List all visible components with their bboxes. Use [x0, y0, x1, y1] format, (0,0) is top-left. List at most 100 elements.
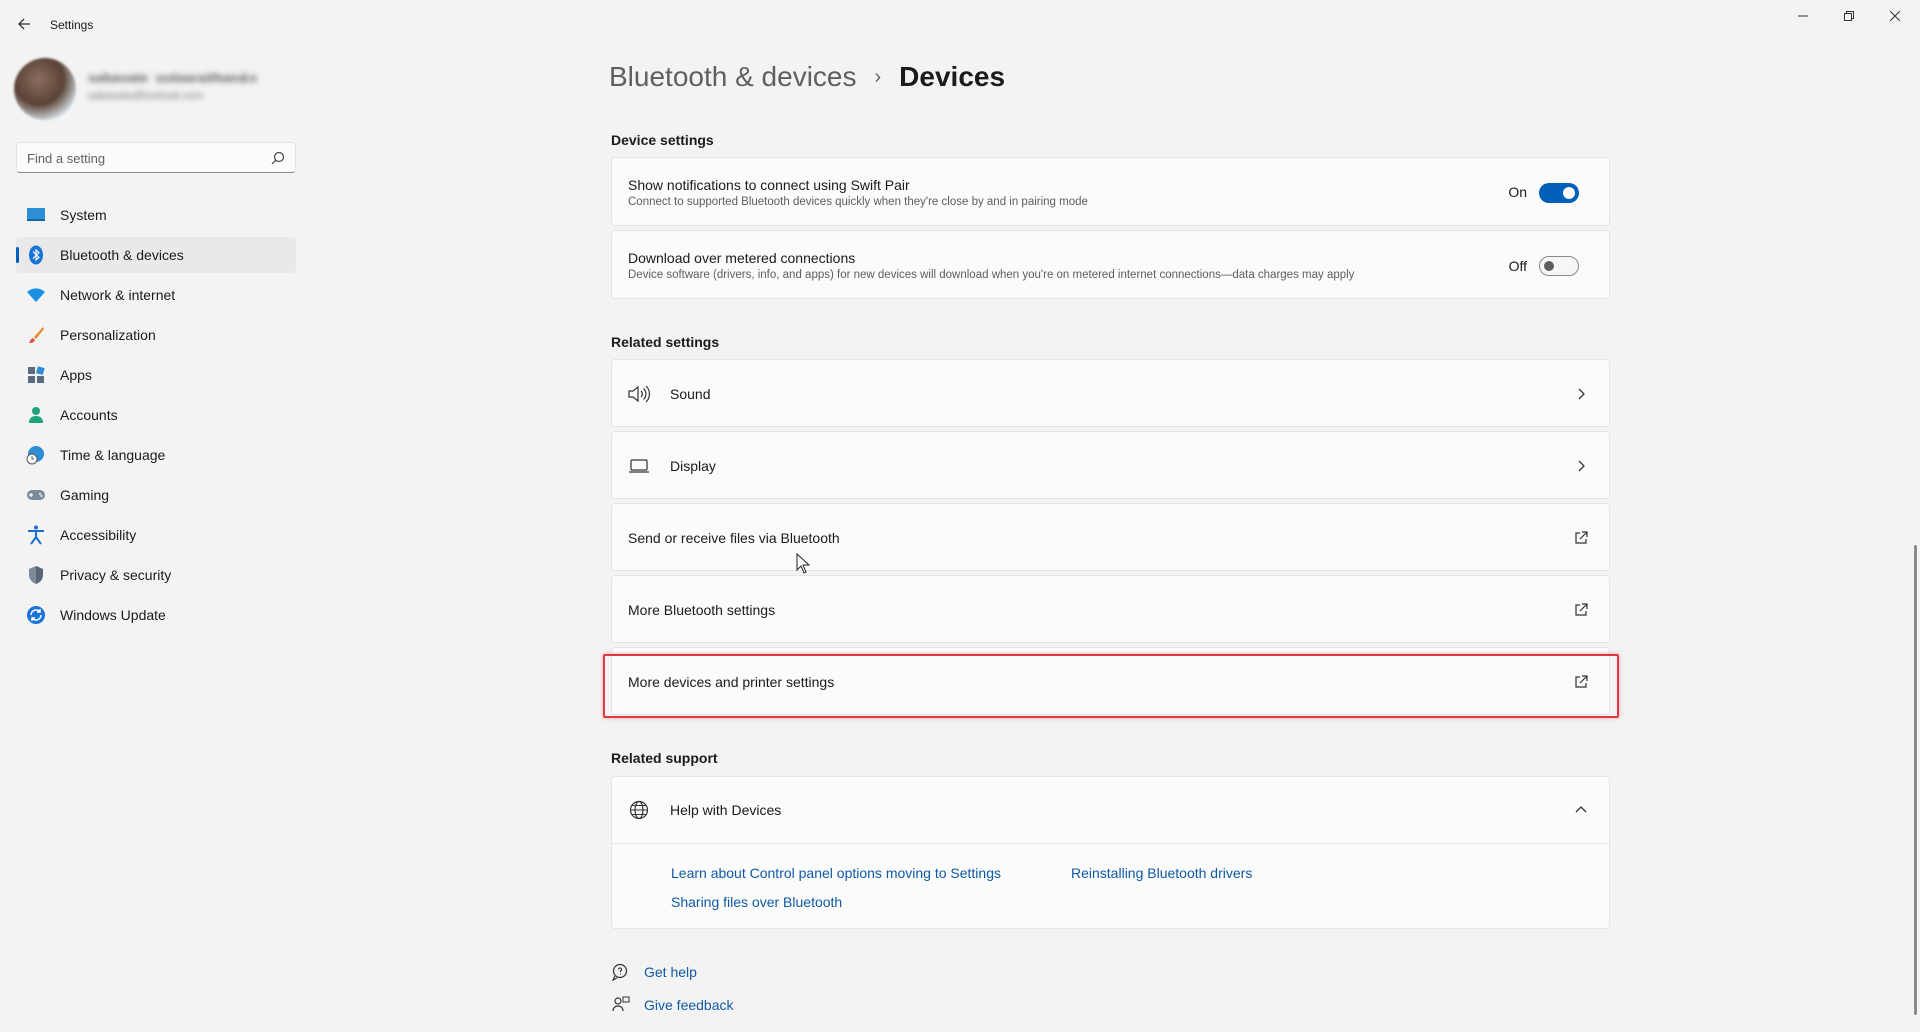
- profile-name: sabayate_vulgaraithan&sbot: [88, 70, 258, 82]
- avatar: [14, 58, 76, 120]
- sidebar-item-network[interactable]: Network & internet: [16, 277, 296, 313]
- profile-email: sabayate@hotmail.com: [88, 90, 204, 100]
- section-related-settings: Related settings: [611, 334, 720, 350]
- sidebar-item-label: Personalization: [60, 327, 156, 343]
- swift-pair-card: Show notifications to connect using Swif…: [611, 157, 1610, 226]
- globe-clock-icon: [26, 445, 46, 465]
- minimize-button[interactable]: [1780, 0, 1826, 32]
- display-label: Display: [670, 458, 716, 474]
- metered-description: Device software (drivers, info, and apps…: [628, 269, 1355, 281]
- divider: [612, 843, 1609, 844]
- sidebar-item-time-language[interactable]: Time & language: [16, 437, 296, 473]
- sidebar-item-windows-update[interactable]: Windows Update: [16, 597, 296, 633]
- help-with-devices-card: Help with Devices Learn about Control pa…: [611, 776, 1610, 929]
- sidebar-nav: System Bluetooth & devices Network & int…: [16, 197, 296, 637]
- section-related-support: Related support: [611, 750, 718, 766]
- gamepad-icon: [26, 485, 46, 505]
- chevron-right-icon: [1573, 458, 1589, 474]
- breadcrumb-parent[interactable]: Bluetooth & devices: [609, 61, 857, 93]
- sidebar-item-bluetooth-devices[interactable]: Bluetooth & devices: [16, 237, 296, 273]
- related-display[interactable]: Display: [611, 431, 1610, 499]
- give-feedback-label: Give feedback: [644, 997, 734, 1013]
- breadcrumb-separator: ›: [874, 65, 882, 88]
- bluetooth-icon: [26, 245, 46, 265]
- sidebar-item-privacy-security[interactable]: Privacy & security: [16, 557, 296, 593]
- sidebar-item-apps[interactable]: Apps: [16, 357, 296, 393]
- link-sharing-files[interactable]: Sharing files over Bluetooth: [671, 894, 842, 910]
- related-more-bluetooth[interactable]: More Bluetooth settings: [611, 575, 1610, 643]
- metered-title: Download over metered connections: [628, 250, 856, 266]
- feedback-icon: [611, 995, 631, 1015]
- person-icon: [26, 405, 46, 425]
- wifi-icon: [26, 285, 46, 305]
- more-bluetooth-label: More Bluetooth settings: [628, 602, 776, 618]
- sidebar-item-personalization[interactable]: Personalization: [16, 317, 296, 353]
- sidebar-item-accounts[interactable]: Accounts: [16, 397, 296, 433]
- search-icon[interactable]: [271, 151, 285, 165]
- breadcrumb: Bluetooth & devices › Devices: [609, 57, 1005, 97]
- app-title: Settings: [50, 18, 94, 32]
- globe-icon: [628, 799, 650, 821]
- metered-toggle[interactable]: [1539, 256, 1579, 276]
- search-input[interactable]: [27, 149, 267, 167]
- sidebar-item-label: Privacy & security: [60, 567, 172, 583]
- close-icon: [1890, 11, 1900, 21]
- swift-pair-title: Show notifications to connect using Swif…: [628, 177, 910, 193]
- laptop-icon: [628, 455, 650, 477]
- sidebar-item-label: Network & internet: [60, 287, 176, 303]
- sidebar-item-accessibility[interactable]: Accessibility: [16, 517, 296, 553]
- user-profile[interactable]: sabayate_vulgaraithan&sbot sabayate@hotm…: [14, 58, 284, 122]
- send-receive-label: Send or receive files via Bluetooth: [628, 530, 840, 546]
- brush-icon: [26, 325, 46, 345]
- sidebar-item-label: Time & language: [60, 447, 166, 463]
- restore-icon: [1844, 11, 1854, 21]
- speaker-icon: [628, 383, 650, 405]
- get-help-label: Get help: [644, 964, 697, 980]
- sidebar-item-label: Windows Update: [60, 607, 166, 623]
- chevron-up-icon: [1573, 802, 1589, 818]
- back-button[interactable]: [12, 12, 36, 36]
- sound-label: Sound: [670, 386, 711, 402]
- get-help-link[interactable]: Get help: [611, 962, 697, 982]
- help-title: Help with Devices: [670, 802, 782, 818]
- swift-pair-toggle[interactable]: [1539, 183, 1579, 203]
- highlight-box: [603, 654, 1619, 718]
- mouse-cursor-icon: [796, 553, 810, 574]
- accessibility-icon: [26, 525, 46, 545]
- page-title: Devices: [899, 61, 1006, 92]
- scrollbar[interactable]: [1914, 545, 1917, 1015]
- shield-icon: [26, 565, 46, 585]
- help-expander-header[interactable]: Help with Devices: [612, 777, 1609, 843]
- system-icon: [26, 205, 46, 225]
- section-device-settings: Device settings: [611, 132, 714, 148]
- related-send-receive-files[interactable]: Send or receive files via Bluetooth: [611, 503, 1610, 571]
- sidebar-item-label: Accessibility: [60, 527, 137, 543]
- help-chat-icon: [611, 962, 631, 982]
- title-bar: Settings: [0, 0, 1920, 48]
- external-link-icon: [1573, 602, 1589, 618]
- close-button[interactable]: [1872, 0, 1918, 32]
- related-sound[interactable]: Sound: [611, 359, 1610, 427]
- give-feedback-link[interactable]: Give feedback: [611, 995, 734, 1015]
- toggle-knob: [1544, 261, 1554, 271]
- chevron-right-icon: [1573, 386, 1589, 402]
- sidebar-item-system[interactable]: System: [16, 197, 296, 233]
- sidebar-item-label: Apps: [60, 367, 92, 383]
- sidebar-item-gaming[interactable]: Gaming: [16, 477, 296, 513]
- link-control-panel[interactable]: Learn about Control panel options moving…: [671, 865, 1001, 881]
- external-link-icon: [1573, 530, 1589, 546]
- minimize-icon: [1798, 15, 1808, 17]
- update-icon: [26, 605, 46, 625]
- back-arrow-icon: [18, 18, 30, 30]
- sidebar-item-label: Gaming: [60, 487, 110, 503]
- metered-connections-card: Download over metered connections Device…: [611, 230, 1610, 299]
- restore-button[interactable]: [1826, 0, 1872, 32]
- swift-pair-state: On: [1508, 184, 1527, 200]
- toggle-knob: [1563, 187, 1575, 199]
- sidebar-item-label: Bluetooth & devices: [60, 247, 184, 263]
- search-box: [16, 142, 296, 173]
- metered-state: Off: [1508, 258, 1527, 274]
- sidebar-item-label: Accounts: [60, 407, 118, 423]
- swift-pair-description: Connect to supported Bluetooth devices q…: [628, 196, 1088, 208]
- link-reinstall-drivers[interactable]: Reinstalling Bluetooth drivers: [1071, 865, 1252, 881]
